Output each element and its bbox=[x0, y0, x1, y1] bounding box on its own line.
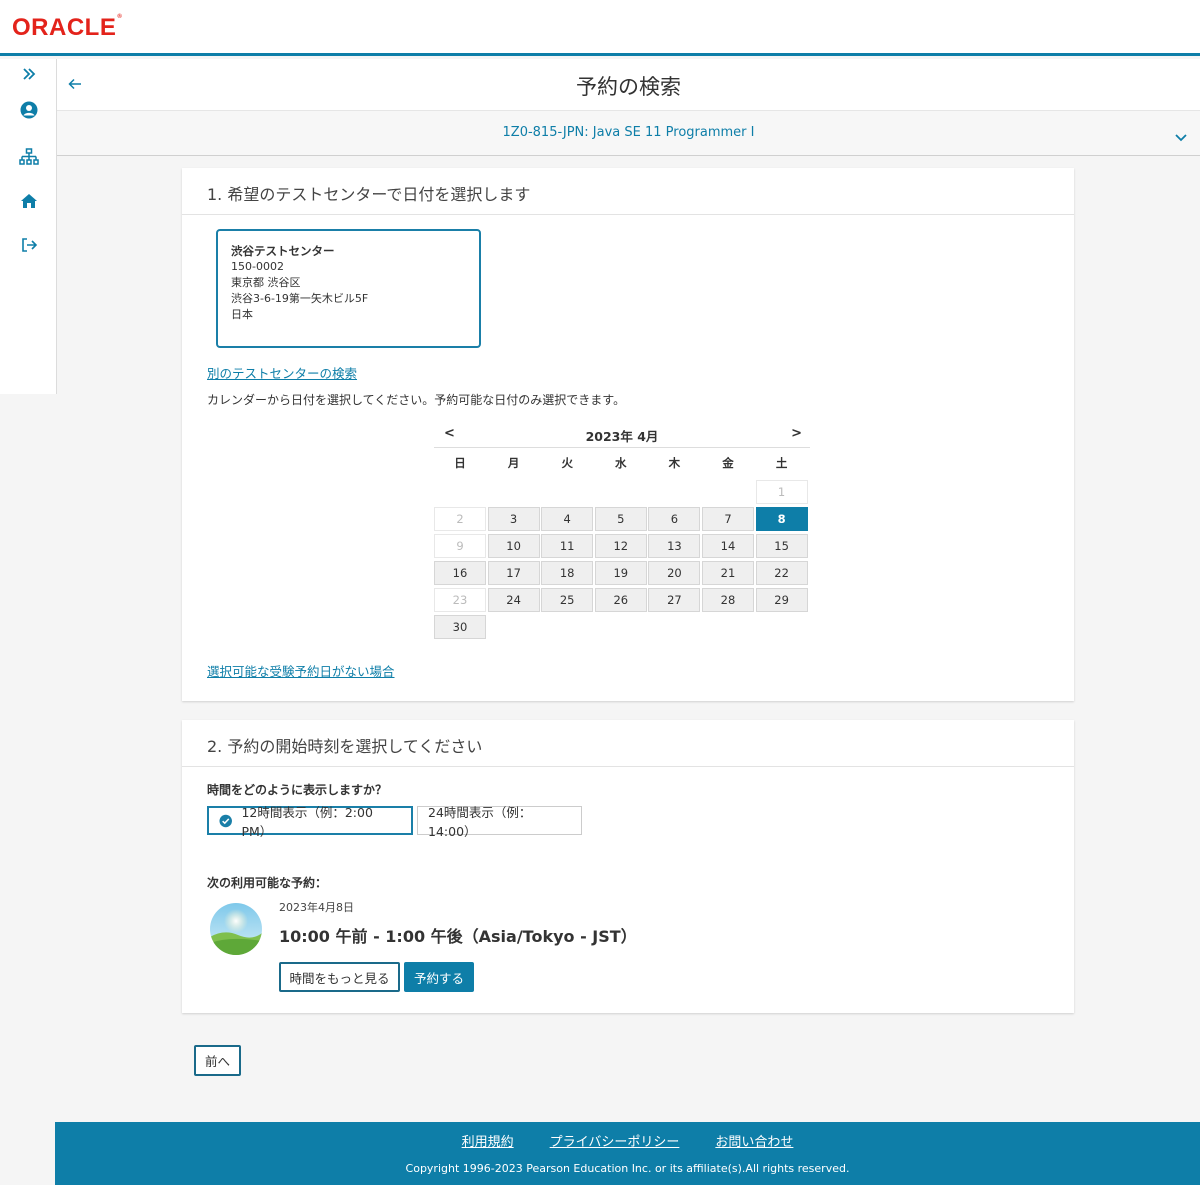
double-chevron-right-icon bbox=[22, 68, 35, 80]
calendar-instruction: カレンダーから日付を選択してください。予約可能な日付のみ選択できます。 bbox=[207, 393, 626, 407]
format-24h-button[interactable]: 24時間表示（例：14:00） bbox=[417, 805, 582, 839]
calendar-day[interactable]: 29 bbox=[755, 587, 808, 612]
calendar-day[interactable]: 19 bbox=[594, 560, 647, 585]
no-available-date-link[interactable]: 選択可能な受験予約日がない場合 bbox=[207, 661, 395, 680]
calendar-day[interactable]: 13 bbox=[648, 533, 701, 558]
calendar-day[interactable]: 12 bbox=[594, 533, 647, 558]
home-button[interactable] bbox=[0, 186, 57, 216]
calendar-day[interactable]: 25 bbox=[541, 587, 594, 612]
calendar-day: 1 bbox=[755, 480, 808, 504]
sidebar bbox=[0, 59, 57, 394]
footer: 利用規約 プライバシーポリシー お問い合わせ Copyright 1996-20… bbox=[55, 1122, 1200, 1185]
calendar-day[interactable]: 18 bbox=[541, 560, 594, 585]
appointment-time: 10:00 午前 - 1:00 午後（Asia/Tokyo - JST） bbox=[279, 927, 637, 946]
calendar-day[interactable]: 30 bbox=[434, 614, 486, 639]
center-postal: 150-0002 bbox=[231, 260, 284, 273]
calendar-day[interactable]: 24 bbox=[487, 587, 540, 612]
calendar-day[interactable]: 11 bbox=[541, 533, 594, 558]
check-circle-icon bbox=[219, 814, 232, 827]
center-name: 渋谷テストセンター bbox=[231, 244, 335, 258]
next-available-label: 次の利用可能な予約： bbox=[207, 876, 328, 890]
terms-link[interactable]: 利用規約 bbox=[462, 1131, 514, 1150]
center-address: 渋谷3-6-19第一矢木ビル5F bbox=[231, 292, 369, 305]
sign-out-icon bbox=[21, 238, 37, 252]
previous-button[interactable]: 前へ bbox=[194, 1045, 241, 1076]
weekday-header: 日 bbox=[454, 456, 466, 470]
calendar-day[interactable]: 4 bbox=[541, 506, 594, 531]
book-button[interactable]: 予約する bbox=[404, 962, 474, 992]
test-center-card[interactable]: 渋谷テストセンター 150-0002 東京都 渋谷区 渋谷3-6-19第一矢木ビ… bbox=[216, 229, 481, 348]
time-selection-panel: 2. 予約の開始時刻を選択してください 時間をどのように表示しますか？ 12時間… bbox=[182, 720, 1074, 1013]
step2-heading: 2. 予約の開始時刻を選択してください bbox=[182, 720, 1074, 767]
calendar-day[interactable]: 22 bbox=[755, 560, 808, 585]
sunny-landscape-icon bbox=[210, 903, 262, 955]
copyright: Copyright 1996-2023 Pearson Education In… bbox=[405, 1162, 850, 1175]
step1-heading: 1. 希望のテストセンターで日付を選択します bbox=[182, 168, 1074, 215]
calendar-month-label: 2023年 4月 bbox=[585, 429, 659, 444]
search-other-center-link[interactable]: 別のテストセンターの検索 bbox=[207, 363, 357, 382]
sitemap-button[interactable] bbox=[0, 142, 57, 172]
calendar-day: 9 bbox=[434, 533, 486, 558]
contact-link[interactable]: お問い合わせ bbox=[715, 1131, 793, 1150]
calendar-day[interactable]: 17 bbox=[487, 560, 540, 585]
calendar-header: < 2023年 4月 > bbox=[434, 420, 810, 448]
calendar-day[interactable]: 14 bbox=[702, 533, 754, 558]
calendar-day: 2 bbox=[434, 506, 486, 531]
calendar: < 2023年 4月 > 日月火水木金土 1 2 3 4 5 6 7 8 9 10 11 12 13 14… bbox=[434, 420, 810, 639]
weekday-header: 木 bbox=[668, 456, 681, 470]
center-country: 日本 bbox=[231, 308, 253, 321]
format-12h-label: 12時間表示（例：2:00 PM） bbox=[241, 804, 373, 839]
oracle-logo[interactable]: ORACLE® bbox=[12, 14, 122, 42]
calendar-day[interactable]: 20 bbox=[648, 560, 701, 585]
weekday-header: 金 bbox=[722, 456, 734, 470]
appointment-date: 2023年4月8日 bbox=[279, 901, 354, 914]
calendar-day[interactable]: 3 bbox=[487, 506, 540, 531]
see-more-times-button[interactable]: 時間をもっと見る bbox=[279, 962, 400, 992]
date-selection-panel: 1. 希望のテストセンターで日付を選択します 渋谷テストセンター 150-000… bbox=[182, 168, 1074, 701]
calendar-day[interactable]: 27 bbox=[648, 587, 701, 612]
calendar-day[interactable]: 26 bbox=[594, 587, 647, 612]
next-month-button[interactable]: > bbox=[791, 426, 802, 441]
weekday-header: 水 bbox=[615, 456, 627, 470]
format-12h-button[interactable]: 12時間表示（例：2:00 PM） bbox=[207, 805, 413, 839]
expand-sidebar-button[interactable] bbox=[0, 59, 57, 89]
exam-expand-toggle[interactable] bbox=[1174, 129, 1190, 145]
weekday-header: 月 bbox=[507, 456, 520, 470]
calendar-day[interactable]: 8 bbox=[755, 506, 808, 531]
calendar-day[interactable]: 10 bbox=[487, 533, 540, 558]
calendar-day: 23 bbox=[434, 587, 486, 612]
chevron-down-icon bbox=[1175, 134, 1187, 142]
weekday-header: 土 bbox=[775, 456, 788, 470]
calendar-day[interactable]: 21 bbox=[702, 560, 754, 585]
sitemap-icon bbox=[18, 148, 39, 165]
calendar-day[interactable]: 15 bbox=[755, 533, 808, 558]
privacy-link[interactable]: プライバシーポリシー bbox=[550, 1131, 680, 1150]
exam-selector[interactable]: 1Z0-815-JPN: Java SE 11 Programmer I bbox=[57, 111, 1200, 156]
page-title: 予約の検索 bbox=[576, 75, 681, 99]
exam-name: 1Z0-815-JPN: Java SE 11 Programmer I bbox=[502, 125, 755, 140]
user-circle-icon bbox=[20, 101, 37, 119]
page-header: 予約の検索 bbox=[57, 59, 1200, 111]
top-bar: ORACLE® bbox=[0, 0, 1200, 56]
calendar-day[interactable]: 28 bbox=[702, 587, 754, 612]
center-city: 東京都 渋谷区 bbox=[231, 276, 301, 289]
calendar-day[interactable]: 6 bbox=[648, 506, 701, 531]
profile-button[interactable] bbox=[0, 95, 57, 125]
calendar-day[interactable]: 7 bbox=[702, 506, 754, 531]
time-format-question: 時間をどのように表示しますか？ bbox=[207, 783, 388, 797]
home-icon bbox=[20, 194, 37, 208]
calendar-day[interactable]: 5 bbox=[594, 506, 647, 531]
weekday-header: 火 bbox=[561, 456, 573, 470]
logout-button[interactable] bbox=[0, 230, 57, 260]
footer-links: 利用規約 プライバシーポリシー お問い合わせ bbox=[55, 1131, 1200, 1150]
format-24h-label: 24時間表示（例：14:00） bbox=[428, 804, 532, 839]
calendar-day[interactable]: 16 bbox=[434, 560, 486, 585]
